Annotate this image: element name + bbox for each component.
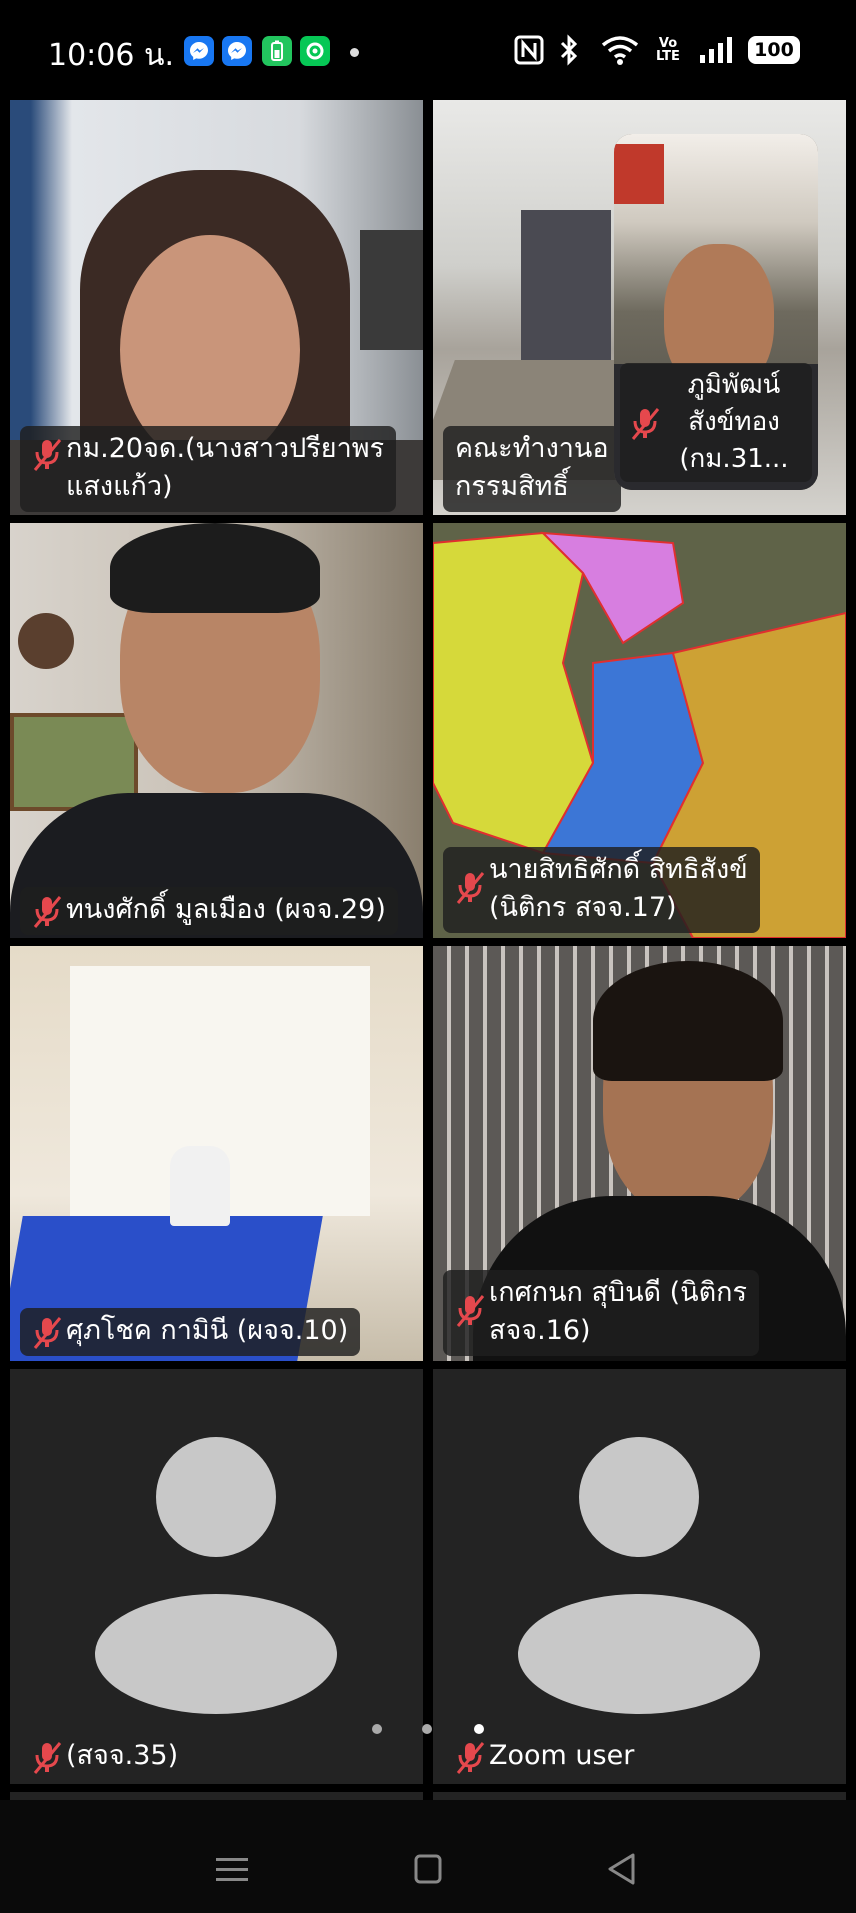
participant-name-label: ศุภโชค กามินี (ผจจ.10)	[20, 1308, 361, 1356]
home-icon[interactable]	[414, 1854, 442, 1884]
participant-name-label: (สจจ.35)	[20, 1733, 190, 1781]
mic-muted-icon	[456, 871, 485, 905]
video-tile-participant-6[interactable]: เกศกนก สุบินดี (นิติกร สจจ.16)	[433, 946, 846, 1361]
avatar-head	[579, 1437, 699, 1557]
battery-saver-icon	[262, 36, 292, 66]
messenger-icon	[222, 36, 252, 66]
wall-clock	[18, 613, 74, 669]
mic-muted-icon	[33, 438, 62, 472]
participant-name-label: คณะทำงานอ กรรมสิทธิ์	[443, 426, 621, 512]
mic-muted-icon	[33, 1741, 62, 1775]
android-nav-bar	[0, 1800, 856, 1913]
signal-icon	[696, 32, 736, 68]
nfc-icon	[512, 32, 546, 68]
bluetooth-icon	[556, 32, 582, 68]
video-tile-participant-8[interactable]: Zoom user	[433, 1369, 846, 1784]
page-indicator-dot-active[interactable]	[474, 1724, 484, 1734]
avatar-body	[518, 1594, 760, 1714]
mic-muted-icon	[631, 407, 660, 441]
video-tile-participant-1[interactable]: กม.20จด.(นางสาวปรียาพร แสงแก้ว)	[10, 100, 423, 515]
video-tile-participant-7[interactable]: (สจจ.35)	[10, 1369, 423, 1784]
next-row-tile-peek	[433, 1792, 846, 1800]
status-bar: 10:06 น. Vo LTE 100	[0, 0, 856, 100]
volte-icon: Vo LTE	[656, 36, 680, 64]
more-notifications-dot	[350, 48, 359, 57]
wifi-icon	[598, 32, 642, 68]
mic-muted-icon	[456, 1741, 485, 1775]
mic-muted-icon	[33, 1316, 62, 1350]
next-row-tile-peek	[10, 1792, 423, 1800]
box	[614, 144, 664, 204]
page-indicator-dot[interactable]	[372, 1724, 382, 1734]
participant-name-label: นายสิทธิศักดิ์ สิทธิสังข์ (นิติกร สจจ.17…	[443, 847, 760, 933]
avatar-body	[95, 1594, 337, 1714]
menu-icon[interactable]	[216, 1856, 248, 1884]
back-icon[interactable]	[606, 1852, 636, 1886]
participant-name-label: Zoom user	[443, 1733, 646, 1781]
participant-seated	[170, 1146, 230, 1226]
self-view-pip[interactable]: ภูมิพัฒน์ สังข์ทอง (กม.31...	[614, 134, 818, 490]
line-icon	[300, 36, 330, 66]
video-tile-participant-4[interactable]: นายสิทธิศักดิ์ สิทธิสังข์ (นิติกร สจจ.17…	[433, 523, 846, 938]
video-tile-participant-5[interactable]: ศุภโชค กามินี (ผจจ.10)	[10, 946, 423, 1361]
video-tile-participant-3[interactable]: ทนงศักดิ์ มูลเมือง (ผจจ.29)	[10, 523, 423, 938]
participant-name-label: เกศกนก สุบินดี (นิติกร สจจ.16)	[443, 1270, 760, 1356]
participant-hair	[593, 961, 783, 1081]
participant-hair	[110, 523, 320, 613]
messenger-icon	[184, 36, 214, 66]
page-indicator-dot[interactable]	[422, 1724, 432, 1734]
avatar-head	[156, 1437, 276, 1557]
mic-muted-icon	[33, 895, 62, 929]
monitor	[360, 230, 423, 350]
participant-name-label: ภูมิพัฒน์ สังข์ทอง (กม.31...	[620, 363, 812, 482]
participant-name-label: กม.20จด.(นางสาวปรียาพร แสงแก้ว)	[20, 426, 397, 512]
participant-name-label: ทนงศักดิ์ มูลเมือง (ผจจ.29)	[20, 887, 398, 935]
mic-muted-icon	[456, 1294, 485, 1328]
battery-indicator: 100	[748, 36, 800, 64]
status-time: 10:06 น.	[48, 38, 175, 73]
